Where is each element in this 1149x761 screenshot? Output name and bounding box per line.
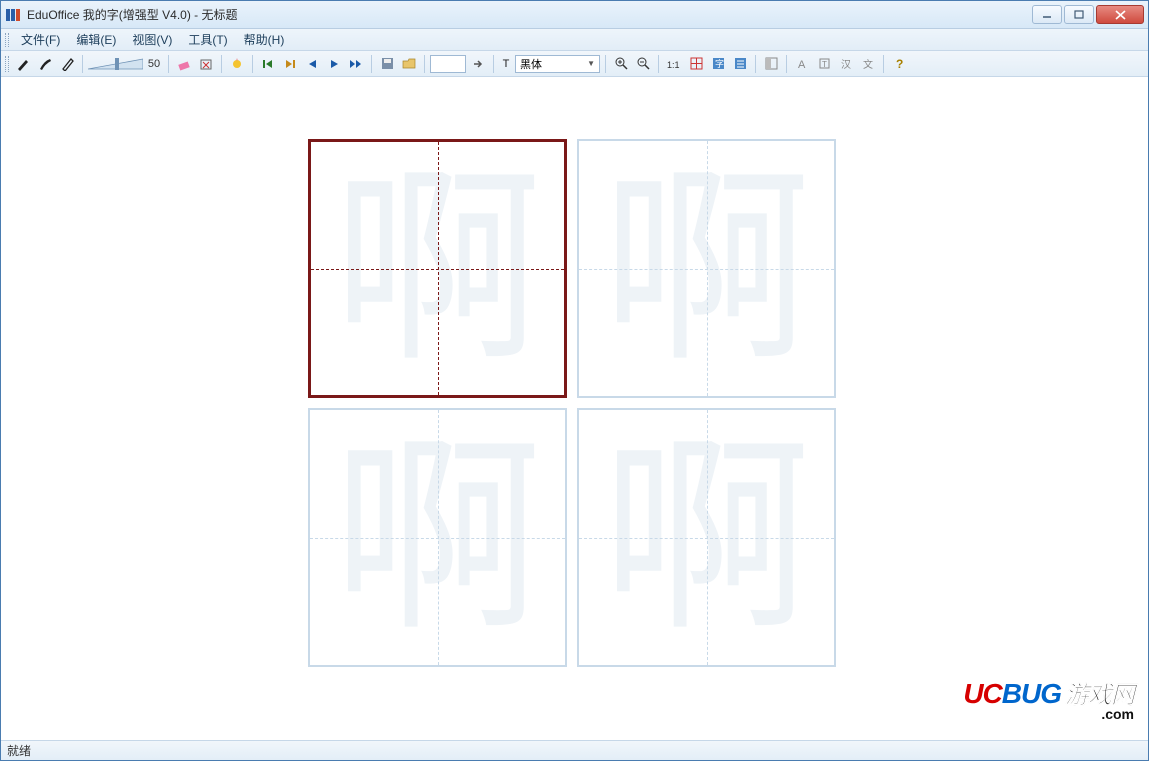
titlebar: EduOffice 我的字(增强型 V4.0) - 无标题 (1, 1, 1148, 29)
play-icon[interactable] (324, 54, 344, 74)
grid-toggle-icon[interactable] (686, 54, 706, 74)
minimize-button[interactable] (1032, 5, 1062, 24)
text-a-icon[interactable]: A (792, 54, 812, 74)
guide-vline (438, 410, 439, 665)
toolbar-grip (5, 56, 9, 72)
separator (605, 55, 606, 73)
svg-text:字: 字 (715, 58, 724, 69)
svg-text:?: ? (896, 57, 903, 70)
guide-vline (707, 141, 708, 396)
help-icon[interactable]: ? (889, 54, 909, 74)
list-mode-icon[interactable] (730, 54, 750, 74)
guide-vline (707, 410, 708, 665)
maximize-button[interactable] (1064, 5, 1094, 24)
font-name-label: 黑体 (520, 56, 542, 72)
text-icon[interactable]: 文 (858, 54, 878, 74)
menubar: 文件(F) 编辑(E) 视图(V) 工具(T) 帮助(H) (1, 29, 1148, 51)
menu-help[interactable]: 帮助(H) (236, 29, 293, 50)
separator (424, 55, 425, 73)
fast-forward-icon[interactable] (346, 54, 366, 74)
window-title: EduOffice 我的字(增强型 V4.0) - 无标题 (27, 6, 238, 23)
practice-cell-1[interactable]: 啊 (308, 139, 567, 398)
watermark-bug: BUG (1002, 678, 1061, 709)
window-controls (1032, 5, 1144, 24)
menu-file[interactable]: 文件(F) (13, 29, 68, 50)
guide-vline (438, 142, 439, 395)
chinese-icon[interactable]: 汉 (836, 54, 856, 74)
watermark: UCBUG游戏网 .com (963, 675, 1134, 722)
separator (82, 55, 83, 73)
svg-text:A: A (798, 59, 806, 70)
app-icon (5, 7, 21, 23)
char-input[interactable] (430, 55, 466, 73)
close-button[interactable] (1096, 5, 1144, 24)
open-icon[interactable] (399, 54, 419, 74)
svg-text:T: T (822, 60, 827, 69)
separator (755, 55, 756, 73)
practice-cell-2[interactable]: 啊 (577, 139, 836, 398)
font-select[interactable]: 黑体 ▼ (515, 55, 600, 73)
dropdown-icon: ▼ (587, 59, 595, 68)
separator (786, 55, 787, 73)
separator (168, 55, 169, 73)
zoom-reset-icon[interactable]: 1:1 (664, 54, 684, 74)
calligraphy-tool-icon[interactable] (57, 54, 77, 74)
zoom-out-icon[interactable] (633, 54, 653, 74)
clear-icon[interactable] (196, 54, 216, 74)
first-icon[interactable] (258, 54, 278, 74)
prev-icon[interactable] (302, 54, 322, 74)
zoom-in-icon[interactable] (611, 54, 631, 74)
svg-text:汉: 汉 (841, 59, 851, 70)
canvas-area[interactable]: 啊 啊 啊 啊 UCBUG游戏网 (1, 77, 1148, 740)
separator (658, 55, 659, 73)
practice-cell-4[interactable]: 啊 (577, 408, 836, 667)
eraser-icon[interactable] (174, 54, 194, 74)
statusbar: 就绪 (1, 740, 1148, 760)
magic-icon[interactable] (227, 54, 247, 74)
separator (883, 55, 884, 73)
last-icon[interactable] (280, 54, 300, 74)
separator (252, 55, 253, 73)
watermark-uc: UC (963, 678, 1001, 709)
status-text: 就绪 (7, 742, 31, 759)
pen-tool-icon[interactable] (13, 54, 33, 74)
thickness-slider[interactable] (88, 57, 143, 71)
watermark-dotcom: .com (963, 706, 1134, 722)
watermark-cn: 游戏网 (1065, 682, 1134, 709)
toolbar: 50 (1, 51, 1148, 77)
input-go-icon[interactable] (468, 54, 488, 74)
menu-edit[interactable]: 编辑(E) (68, 29, 124, 50)
menubar-grip (5, 33, 9, 47)
separator (493, 55, 494, 73)
separator (371, 55, 372, 73)
save-icon[interactable] (377, 54, 397, 74)
practice-grid: 啊 啊 啊 啊 (308, 139, 836, 667)
brush-tool-icon[interactable] (35, 54, 55, 74)
thickness-value: 50 (145, 58, 163, 70)
svg-text:1:1: 1:1 (667, 60, 680, 70)
char-mode-icon[interactable]: 字 (708, 54, 728, 74)
font-prefix-label: T (499, 58, 513, 70)
separator (221, 55, 222, 73)
menu-view[interactable]: 视图(V) (124, 29, 180, 50)
menu-tools[interactable]: 工具(T) (180, 29, 235, 50)
app-window: EduOffice 我的字(增强型 V4.0) - 无标题 文件(F) 编辑(E… (0, 0, 1149, 761)
practice-cell-3[interactable]: 啊 (308, 408, 567, 667)
format-icon[interactable]: T (814, 54, 834, 74)
layout-icon[interactable] (761, 54, 781, 74)
svg-text:文: 文 (863, 58, 873, 70)
